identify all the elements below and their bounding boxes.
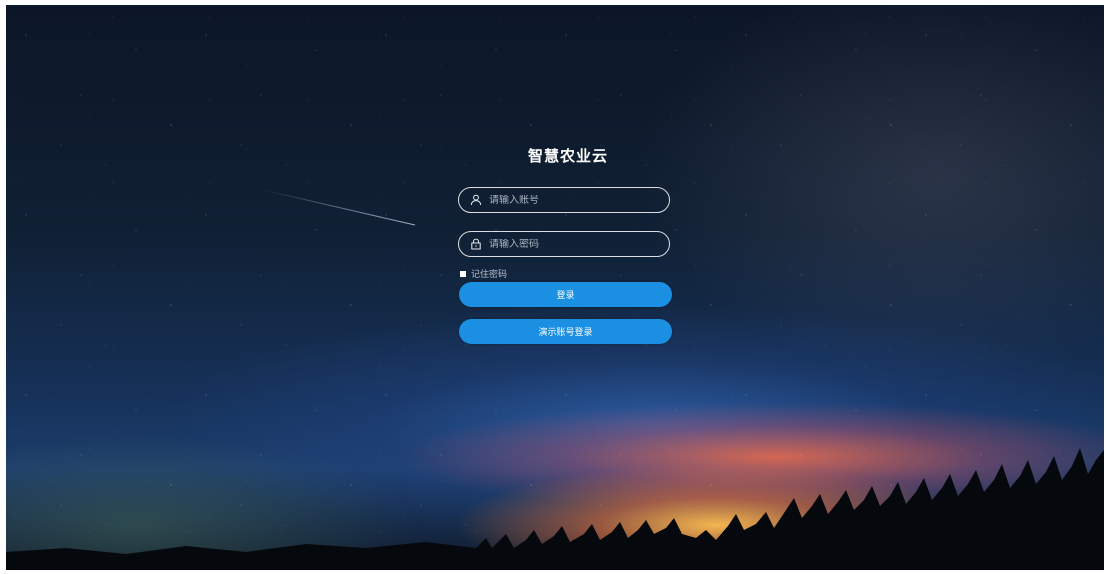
remember-checkbox[interactable]	[460, 270, 466, 277]
lock-icon	[469, 237, 483, 251]
password-field[interactable]	[458, 231, 670, 257]
treeline-silhouette	[6, 448, 1104, 570]
user-icon	[469, 193, 483, 207]
login-button[interactable]: 登录	[459, 282, 672, 307]
login-background: 智慧农业云 记住密码 登录	[6, 5, 1104, 570]
username-input[interactable]	[489, 194, 659, 206]
demo-login-button[interactable]: 演示账号登录	[459, 319, 672, 344]
page-title: 智慧农业云	[527, 147, 608, 165]
login-panel: 智慧农业云 记住密码 登录	[458, 145, 672, 344]
remember-label: 记住密码	[471, 270, 508, 280]
username-field[interactable]	[458, 187, 670, 213]
remember-password[interactable]: 记住密码	[460, 267, 507, 280]
password-input[interactable]	[489, 238, 659, 250]
